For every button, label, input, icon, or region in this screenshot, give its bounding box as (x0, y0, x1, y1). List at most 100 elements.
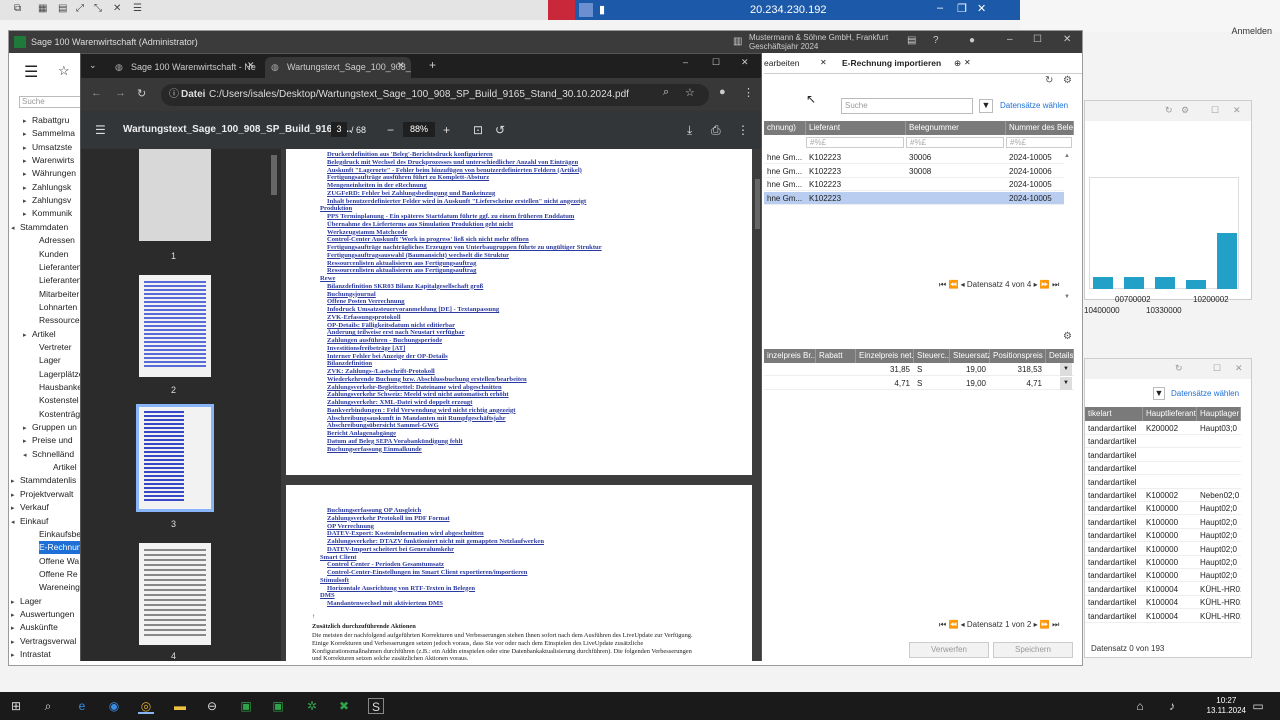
pdf-toc-link[interactable]: Fertigungsauftragsauswahl (Baumansicht) … (327, 252, 509, 259)
save-button[interactable]: Speichern (993, 642, 1073, 658)
expand-arrow-icon[interactable]: ▸ (23, 435, 32, 447)
pdf-toc-link[interactable]: Belegdruck mit Wechsel des Druckprozesse… (327, 159, 578, 166)
table-row[interactable]: 31,85 S 19,00 318,53 ▼ (764, 363, 1074, 376)
volume-icon[interactable]: ♪ (1164, 698, 1180, 714)
nav-item[interactable]: ▸ Umsatzste (23, 141, 81, 154)
document-icon[interactable]: ▤ (907, 35, 916, 46)
refresh-icon[interactable]: ↻ (1175, 363, 1183, 374)
tab-close-icon[interactable]: ✕ (247, 60, 255, 71)
nav-item[interactable]: ▸ Zahlungsk (23, 181, 81, 194)
pdf-toc-link[interactable]: Mengeneinheiten in der eRechnung (327, 182, 427, 189)
login-link[interactable]: Anmelden (1231, 26, 1272, 36)
prev-page-icon[interactable]: ⏪ (948, 620, 958, 629)
table-row[interactable]: tandardartikel (1085, 476, 1241, 489)
collapse-arrow-icon[interactable]: ◂ (23, 449, 32, 461)
prev-icon[interactable]: ◂ (961, 620, 965, 629)
nav-item[interactable]: ▸ Vertragsverwal (11, 635, 81, 648)
favorite-star-icon[interactable]: ☆ (58, 63, 70, 79)
pdf-toc-link[interactable]: Buchungsjournal (327, 291, 376, 298)
tab-bearbeiten[interactable]: earbeiten (764, 58, 799, 68)
pdf-toc-link[interactable]: Offene Posten Verrechnung (327, 298, 405, 305)
first-page-icon[interactable]: ⏮ (939, 620, 946, 629)
tab-close-icon[interactable]: ✕ (397, 60, 405, 71)
pdf-toc-link[interactable]: Inhalt benutzerdefinierter Felder wird i… (327, 198, 586, 205)
pdf-toc-link[interactable]: Ressourcenlisten aktualisieren aus Ferti… (327, 267, 476, 274)
table-row[interactable]: tandardartikel K100004 KÜHL-HR01 (1085, 610, 1241, 623)
table-row[interactable]: tandardartikel (1085, 449, 1241, 462)
sage-app-icon[interactable]: ▣ (238, 698, 254, 714)
column-header[interactable]: Steuerc... (914, 349, 950, 363)
pdf-toc-link[interactable]: Zahlungsverkehr Schweiz: Meeld wird nich… (327, 391, 509, 398)
nav-item[interactable]: ◂ Stammdaten (11, 221, 81, 234)
expand-arrow-icon[interactable]: ▸ (11, 502, 20, 514)
refresh-icon[interactable]: ↻ (1045, 75, 1053, 86)
pdf-toc-link[interactable]: Buchungserfassung Einmalkunde (327, 446, 422, 453)
close-icon[interactable]: ✕ (1233, 105, 1241, 116)
search-icon[interactable]: ⌕ (40, 698, 56, 714)
pdf-toc-link[interactable]: Druckerdefinition aus 'Beleg'-Berichtsdr… (327, 151, 493, 158)
pdf-toc-link[interactable]: Übernahme des Lieferterms aus Simulation… (327, 221, 513, 228)
table-row[interactable]: hne Gm... K102223 2024-10005 (764, 191, 1064, 205)
expand-arrow-icon[interactable]: ▸ (11, 636, 20, 648)
maximize-icon[interactable]: ☐ (1211, 105, 1219, 116)
expand-arrow-icon[interactable]: ▸ (23, 329, 32, 341)
nav-item[interactable]: Lieferanten (39, 261, 81, 274)
expand-arrow-icon[interactable]: ▸ (23, 195, 32, 207)
bookmark-star-icon[interactable]: ☆ (685, 86, 695, 99)
table-row[interactable]: tandardartikel K100000 Haupt02;0 (1085, 529, 1241, 543)
nav-item[interactable]: Lohnarten (39, 301, 81, 314)
table-row[interactable]: tandardartikel K100000 Haupt02;0 (1085, 502, 1241, 516)
pdf-section-heading[interactable]: Rewe (320, 275, 335, 282)
nav-item[interactable]: Lieferanten (39, 274, 81, 287)
nav-item[interactable]: Kunden (39, 248, 81, 261)
nav-item[interactable]: ▸ Zahlungsv (23, 194, 81, 207)
pdf-toc-link[interactable]: Horizontale Ausrichtung von RTF-Texten i… (327, 585, 475, 592)
nav-search-input[interactable]: Suche (19, 96, 87, 108)
table-row[interactable]: hne Gm... K102223 30006 2024-10005 (764, 151, 1064, 164)
expand-arrow-icon[interactable]: ▸ (23, 168, 32, 180)
minimize-icon[interactable]: – (683, 57, 688, 67)
column-header[interactable]: Steuersatz (950, 349, 990, 363)
nav-item[interactable]: Offene Re (39, 568, 81, 581)
select-datasets-link[interactable]: Datensätze wählen (1171, 389, 1239, 398)
expand-arrow-icon[interactable]: ▸ (23, 128, 32, 140)
nav-item[interactable]: ▸ Artikel (23, 328, 81, 341)
more-menu-icon[interactable]: ⋮ (737, 123, 749, 137)
menu-icon[interactable]: ☰ (133, 4, 143, 14)
restore-icon[interactable]: ❐ (957, 2, 967, 15)
nav-item[interactable]: Lagerplätze (39, 368, 81, 381)
pdf-toc-link[interactable]: Zahlungsverkehr-Begleitzettel: Dateiname… (327, 384, 502, 391)
minimize-icon[interactable]: – (937, 2, 943, 14)
address-bar[interactable]: ⓘ Datei C:/Users/isales/Desktop/Wartungs… (161, 84, 709, 106)
column-header[interactable]: Lieferant (806, 121, 906, 135)
column-filter-input[interactable]: #%£ (1006, 137, 1072, 148)
help-icon[interactable]: ? (933, 35, 939, 46)
pin-icon[interactable]: ⊕ (954, 58, 961, 69)
pdf-toc-link[interactable]: ZUGFeRD: Fehler bei Zahlungsbedingung un… (327, 190, 495, 197)
tab-e-rechnung-importieren[interactable]: E-Rechnung importieren (842, 58, 941, 68)
maximize-icon[interactable]: ☐ (712, 57, 720, 68)
nav-item[interactable]: Mitarbeiter (39, 288, 81, 301)
zoom-input[interactable]: 88% (403, 122, 435, 137)
user-icon[interactable]: ● (969, 35, 975, 46)
nav-item[interactable]: ▸ Preise und (23, 434, 81, 447)
settings-icon[interactable]: ⚙ (1063, 75, 1072, 86)
pdf-toc-link[interactable]: ZVK-Erfassungsprotokoll (327, 314, 401, 321)
pdf-toc-link[interactable]: Control Center - Perioden Gesamtumsatz (327, 561, 444, 568)
zoom-out-icon[interactable]: − (387, 123, 394, 137)
pdf-toc-link[interactable]: ZVK: Zahlungs-/Lastschrift-Protokoll (327, 368, 435, 375)
nav-item[interactable]: Offene Wa (39, 555, 81, 568)
pdf-toc-link[interactable]: Abschreibungsübersicht Sammel-GWG (327, 422, 439, 429)
windows-start-icon[interactable]: ⊞ (8, 698, 24, 714)
table-row[interactable]: hne Gm... K102223 30008 2024-10006 (764, 165, 1064, 178)
maximize-icon[interactable]: ☐ (1033, 34, 1042, 45)
tab-close-icon[interactable]: ✕ (820, 58, 827, 67)
expand-arrow-icon[interactable]: ▸ (11, 489, 20, 501)
pdf-toc-link[interactable]: OP-Details: Fälligkeitsdatum nicht editi… (327, 322, 455, 329)
nav-item[interactable]: ▸ Rabattgru (23, 114, 81, 127)
pdf-toc-link[interactable]: Investitionsfreibeträge [AT] (327, 345, 405, 352)
next-page-icon[interactable]: ⏩ (1040, 620, 1050, 629)
prev-page-icon[interactable]: ⏪ (948, 280, 958, 289)
expand-arrow-icon[interactable]: ▸ (11, 649, 20, 661)
expand-arrow-icon[interactable]: ▸ (23, 422, 32, 434)
